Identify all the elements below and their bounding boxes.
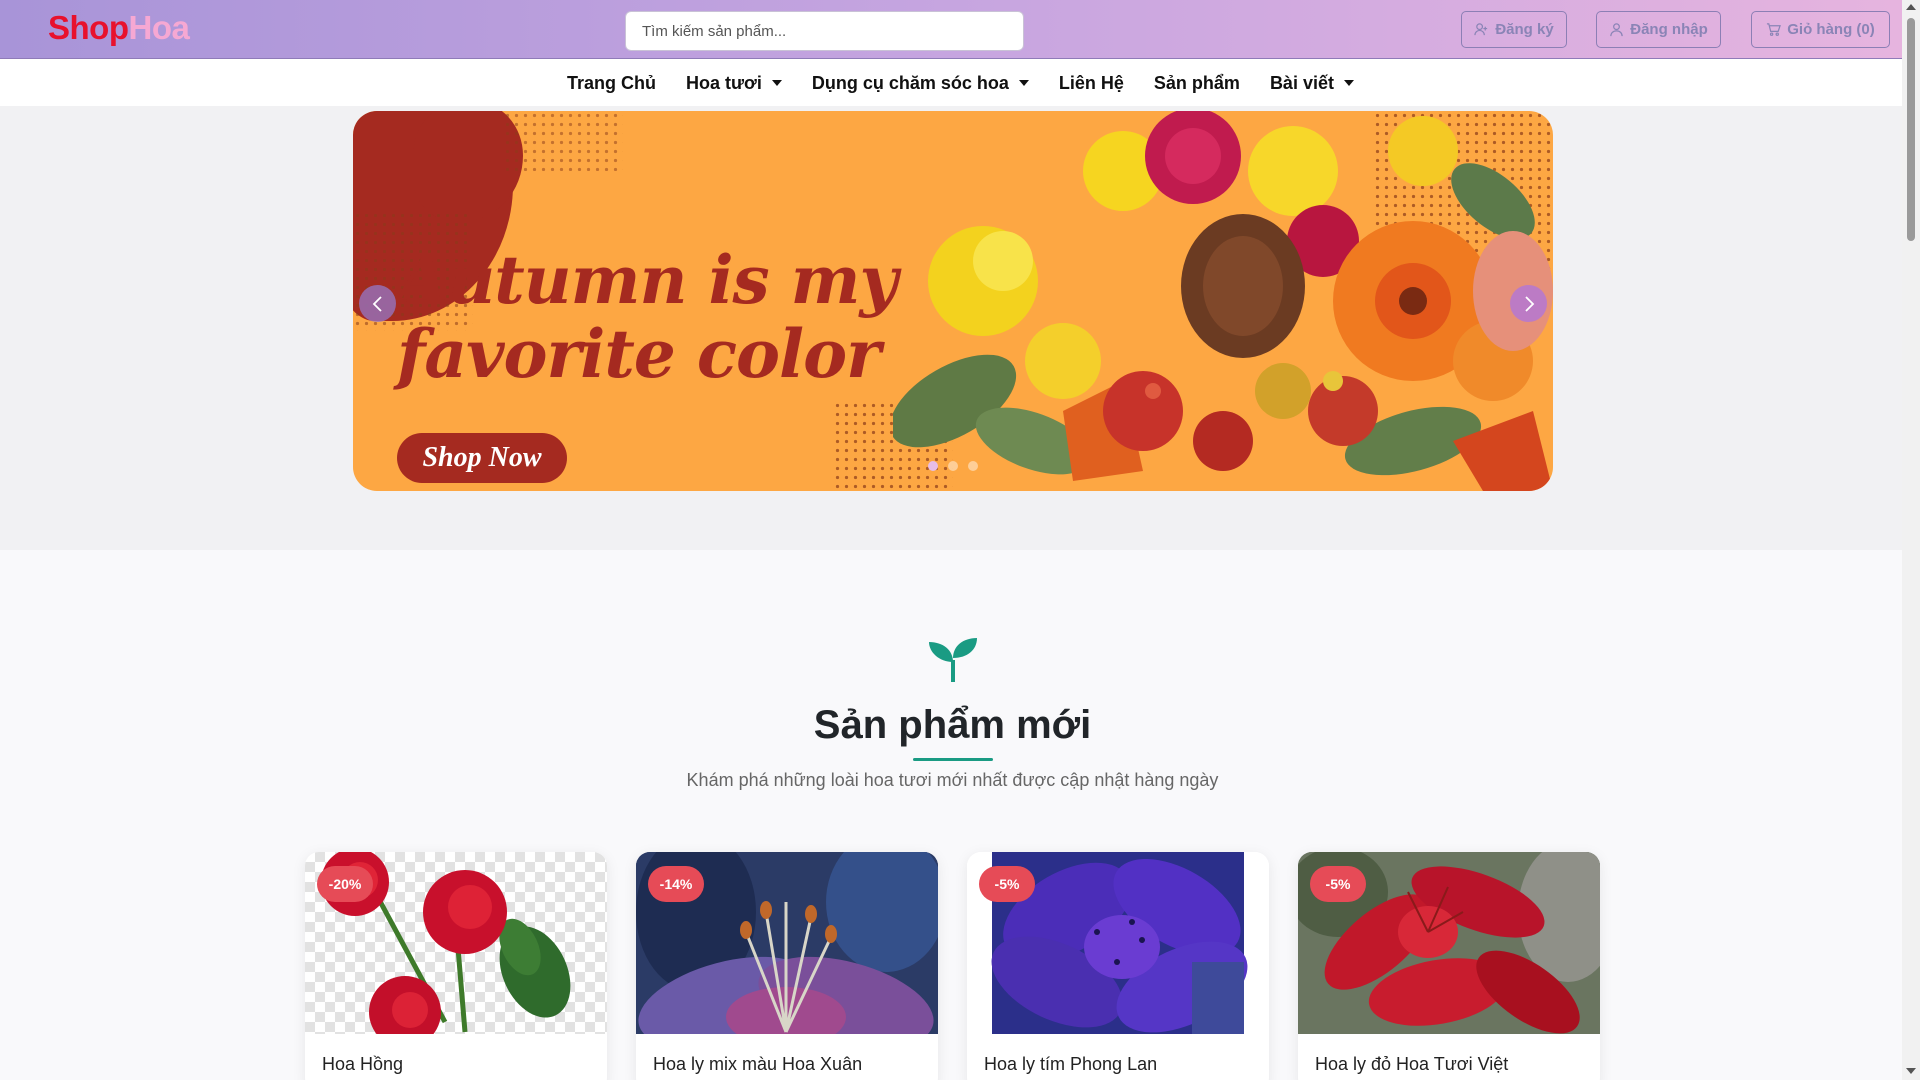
chevron-right-icon	[1524, 295, 1534, 312]
register-button[interactable]: Đăng ký	[1461, 11, 1567, 48]
product-card[interactable]: -14% Hoa ly mix màu Hoa Xuân	[636, 852, 938, 1080]
user-plus-icon	[1474, 23, 1488, 36]
caret-down-icon	[1343, 80, 1354, 86]
search-input[interactable]	[625, 11, 1024, 51]
section-title: Sản phẩm mới	[813, 703, 1092, 747]
nav-item-label: Dụng cụ chăm sóc hoa	[811, 72, 1009, 93]
register-label: Đăng ký	[1495, 21, 1554, 38]
product-image[interactable]: -5%	[1298, 852, 1600, 1034]
discount-badge: -14%	[648, 866, 704, 902]
nav-item-label: Liên Hệ	[1058, 72, 1124, 93]
section-title-underline	[913, 758, 993, 761]
carousel-indicator[interactable]	[948, 461, 958, 471]
new-products-section	[0, 550, 1902, 1080]
carousel-indicators	[928, 461, 978, 471]
carousel-next-button[interactable]	[1510, 285, 1547, 322]
discount-badge: -5%	[979, 866, 1035, 902]
section-subtitle: Khám phá những loài hoa tươi mới nhất đư…	[686, 770, 1219, 790]
caret-down-icon	[771, 80, 782, 86]
carousel-prev-button[interactable]	[359, 285, 396, 322]
logo-part-hoa: Hoa	[128, 9, 190, 46]
product-name[interactable]: Hoa ly mix màu Hoa Xuân	[653, 1054, 862, 1075]
nav-item-label: Sản phẩm	[1153, 72, 1240, 93]
scroll-up-arrow-icon[interactable]	[1906, 4, 1916, 10]
nav-item-home[interactable]: Trang Chủ	[567, 73, 656, 94]
product-card[interactable]: -5% Hoa ly đỏ Hoa Tươi Việt	[1298, 852, 1600, 1080]
cart-label: Giỏ hàng (0)	[1787, 21, 1875, 38]
scroll-down-arrow-icon[interactable]	[1906, 1068, 1916, 1074]
product-image[interactable]: -20%	[305, 852, 607, 1034]
hero-banner[interactable]: Autumn is my favorite color Shop Now	[353, 111, 1553, 491]
nav-item-fresh-flowers[interactable]: Hoa tươi	[686, 73, 782, 94]
nav-item-label: Bài viết	[1269, 72, 1334, 93]
top-header: ShopHoa Đăng ký Đăng nhập Giỏ hàng (0)	[0, 0, 1902, 59]
product-name[interactable]: Hoa ly đỏ Hoa Tươi Việt	[1315, 1054, 1508, 1075]
banner-dots-pattern	[503, 111, 623, 171]
nav-item-label: Hoa tươi	[686, 72, 762, 93]
shop-logo[interactable]: ShopHoa	[48, 9, 190, 47]
shop-now-button[interactable]: Shop Now	[397, 433, 567, 483]
cart-icon	[1767, 23, 1782, 36]
nav-item-articles[interactable]: Bài viết	[1270, 73, 1354, 94]
cart-button[interactable]: Giỏ hàng (0)	[1751, 11, 1890, 48]
carousel-indicator[interactable]	[968, 461, 978, 471]
sprout-icon	[929, 638, 977, 682]
scrollbar-thumb[interactable]	[1907, 18, 1915, 241]
page-scrollbar[interactable]	[1902, 0, 1920, 1080]
caret-down-icon	[1018, 80, 1029, 86]
login-label: Đăng nhập	[1630, 21, 1708, 38]
product-card[interactable]: -20% Hoa Hồng	[305, 852, 607, 1080]
flower-bouquet-image	[893, 111, 1553, 491]
nav-item-care-tools[interactable]: Dụng cụ chăm sóc hoa	[812, 73, 1029, 94]
nav-item-contact[interactable]: Liên Hệ	[1059, 73, 1124, 94]
product-name[interactable]: Hoa ly tím Phong Lan	[984, 1054, 1157, 1075]
nav-items: Trang Chủ Hoa tươi Dụng cụ chăm sóc hoa …	[567, 60, 1384, 106]
login-button[interactable]: Đăng nhập	[1596, 11, 1721, 48]
discount-badge: -5%	[1310, 866, 1366, 902]
discount-badge: -20%	[317, 866, 373, 902]
product-image[interactable]: -14%	[636, 852, 938, 1034]
logo-part-shop: Shop	[48, 9, 129, 46]
user-icon	[1610, 23, 1623, 37]
main-nav: Trang Chủ Hoa tươi Dụng cụ chăm sóc hoa …	[0, 60, 1902, 106]
carousel-indicator[interactable]	[928, 461, 938, 471]
banner-title: Autumn is my favorite color	[397, 241, 898, 393]
product-image[interactable]: -5%	[967, 852, 1269, 1034]
product-card[interactable]: -5% Hoa ly tím Phong Lan	[967, 852, 1269, 1080]
product-name[interactable]: Hoa Hồng	[322, 1054, 403, 1075]
banner-title-line2: favorite color	[397, 315, 881, 393]
chevron-left-icon	[372, 295, 382, 312]
nav-item-label: Trang Chủ	[567, 72, 656, 93]
banner-title-line1: Autumn is my	[397, 241, 898, 319]
nav-item-products[interactable]: Sản phẩm	[1154, 73, 1240, 94]
